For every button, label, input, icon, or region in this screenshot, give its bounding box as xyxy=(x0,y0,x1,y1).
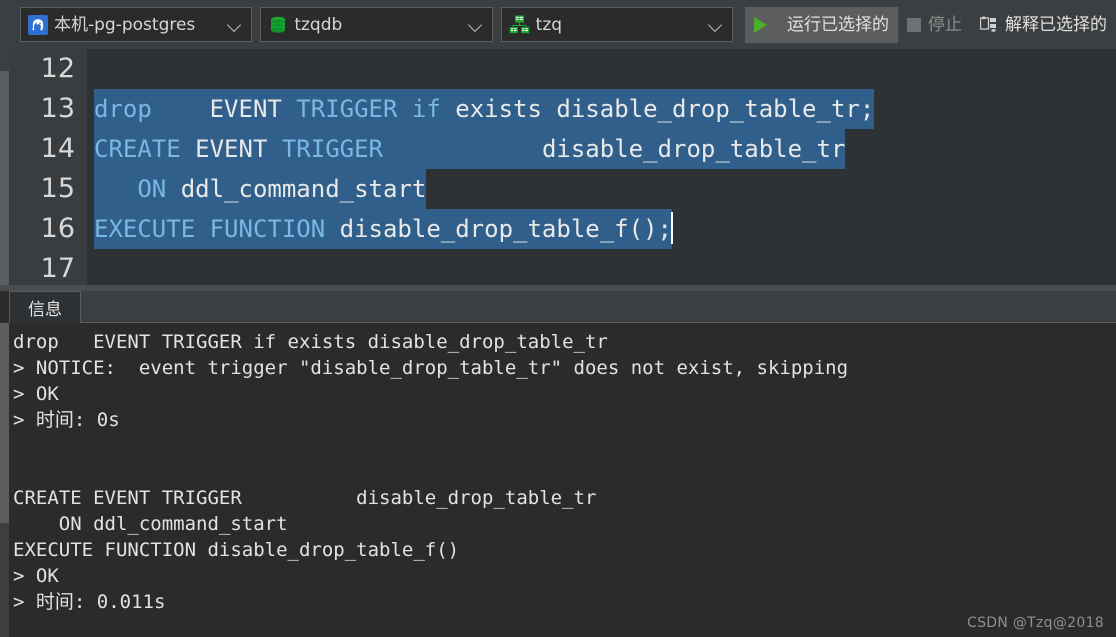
selected-text: EXECUTE FUNCTION disable_drop_table_f(); xyxy=(94,209,672,249)
chevron-down-icon[interactable] xyxy=(468,17,484,33)
explain-selected-button[interactable]: 解释已选择的 xyxy=(971,7,1116,43)
run-selected-label: 运行已选择的 xyxy=(786,14,889,35)
output-line: ON ddl_command_start xyxy=(13,513,288,535)
sql-identifier: ddl_command_start xyxy=(166,175,427,203)
sql-identifier xyxy=(94,175,137,203)
line-number: 13 xyxy=(40,93,75,124)
selected-text: ON ddl_command_start xyxy=(94,169,427,209)
line-number: 17 xyxy=(40,253,75,284)
output-scrollbar-thumb[interactable] xyxy=(0,323,9,523)
selected-text: drop EVENT TRIGGER if exists disable_dro… xyxy=(94,89,875,129)
sql-keyword: EXECUTE FUNCTION xyxy=(94,215,326,243)
run-selected-button[interactable]: 运行已选择的 xyxy=(744,6,898,43)
output-line: > NOTICE: event trigger "disable_drop_ta… xyxy=(13,357,849,379)
output-line: CREATE EVENT TRIGGER disable_drop_table_… xyxy=(13,487,597,509)
explain-plan-icon xyxy=(979,16,998,34)
line-code[interactable]: drop EVENT TRIGGER if exists disable_dro… xyxy=(87,89,1116,129)
explain-selected-label: 解释已选择的 xyxy=(1004,14,1107,35)
tab-info-label: 信息 xyxy=(28,300,62,320)
sql-keyword: TRIGGER xyxy=(296,95,398,123)
stop-label: 停止 xyxy=(927,14,962,35)
editor-line[interactable]: 12 xyxy=(9,49,1116,89)
output-line: > OK xyxy=(13,383,59,405)
line-number: 16 xyxy=(40,213,75,244)
line-number: 14 xyxy=(40,133,75,164)
postgres-elephant-icon xyxy=(28,14,48,35)
stop-button[interactable]: 停止 xyxy=(898,7,971,43)
sql-editor[interactable]: 12 13 drop EVENT TRIGGER if exists disable… xyxy=(9,49,1116,285)
output-console[interactable]: drop EVENT TRIGGER if exists disable_dro… xyxy=(9,323,1116,637)
sql-editor-area: 12 13 drop EVENT TRIGGER if exists disable… xyxy=(0,49,1116,289)
sql-identifier xyxy=(397,95,411,123)
line-code[interactable]: EXECUTE FUNCTION disable_drop_table_f(); xyxy=(87,209,1116,249)
output-line: > 时间: 0s xyxy=(13,409,120,431)
sql-identifier xyxy=(282,95,296,123)
editor-line[interactable]: 15 ON ddl_command_start xyxy=(9,169,1116,209)
database-cylinder-icon xyxy=(268,15,288,35)
sql-identifier xyxy=(152,95,210,123)
text-caret xyxy=(670,212,673,244)
schema-label: tzq xyxy=(535,14,563,35)
sql-client-window: 本机-pg-postgres tzqdb tzq 运行已选择的 停止 解释已选择… xyxy=(0,0,1116,637)
toolbar: 本机-pg-postgres tzqdb tzq 运行已选择的 停止 解释已选择… xyxy=(0,0,1116,49)
output-line: EXECUTE FUNCTION disable_drop_table_f() xyxy=(13,539,460,561)
chevron-down-icon[interactable] xyxy=(227,17,243,33)
sql-keyword: drop xyxy=(94,95,152,123)
output-line: > 时间: 0.011s xyxy=(13,591,166,613)
output-vertical-scrollbar[interactable] xyxy=(0,323,9,637)
sql-identifier: EVENT xyxy=(180,135,282,163)
selected-text: CREATE EVENT TRIGGER disable_drop_table_… xyxy=(94,129,846,169)
editor-line[interactable]: 14 CREATE EVENT TRIGGER disable_drop_tabl… xyxy=(9,129,1116,169)
sql-identifier: EVENT xyxy=(209,95,282,123)
editor-scrollbar-thumb[interactable] xyxy=(0,71,9,289)
sql-keyword: TRIGGER xyxy=(281,135,384,163)
line-number: 15 xyxy=(40,173,75,204)
editor-line[interactable]: 17 xyxy=(9,249,1116,285)
output-line: drop EVENT TRIGGER if exists disable_dro… xyxy=(13,331,608,353)
line-code[interactable]: CREATE EVENT TRIGGER disable_drop_table_… xyxy=(87,129,1116,169)
connection-dropdown[interactable]: 本机-pg-postgres xyxy=(20,7,253,42)
output-area: drop EVENT TRIGGER if exists disable_dro… xyxy=(0,323,1116,637)
schema-dropdown[interactable]: tzq xyxy=(500,7,733,42)
editor-line[interactable]: 16 EXECUTE FUNCTION disable_drop_table_f(… xyxy=(9,209,1116,249)
sql-identifier: disable_drop_table_tr xyxy=(383,135,846,163)
output-line: > OK xyxy=(13,565,59,587)
connection-label: 本机-pg-postgres xyxy=(54,14,196,35)
play-triangle-icon xyxy=(753,16,780,33)
database-dropdown[interactable]: tzqdb xyxy=(260,7,493,42)
editor-vertical-scrollbar[interactable] xyxy=(0,49,9,289)
chevron-down-icon[interactable] xyxy=(708,17,724,33)
database-label: tzqdb xyxy=(294,14,343,35)
line-number: 12 xyxy=(40,53,75,84)
sql-identifier: exists disable_drop_table_tr; xyxy=(440,95,875,123)
tab-info[interactable]: 信息 xyxy=(9,291,81,323)
editor-line[interactable]: 13 drop EVENT TRIGGER if exists disable_d… xyxy=(9,89,1116,129)
watermark: CSDN @Tzq@2018 xyxy=(967,615,1104,631)
sql-keyword: CREATE xyxy=(94,135,181,163)
result-tab-bar: 信息 xyxy=(9,291,1116,323)
line-code[interactable]: ON ddl_command_start xyxy=(87,169,1116,209)
editor-lines: 12 13 drop EVENT TRIGGER if exists disable… xyxy=(9,49,1116,285)
sql-keyword: ON xyxy=(137,175,167,203)
stop-square-icon xyxy=(906,17,921,32)
schema-tree-icon xyxy=(509,14,530,35)
sql-identifier: disable_drop_table_f(); xyxy=(325,215,672,243)
sql-keyword: if xyxy=(411,95,441,123)
tab-bar-filler xyxy=(81,291,1116,323)
